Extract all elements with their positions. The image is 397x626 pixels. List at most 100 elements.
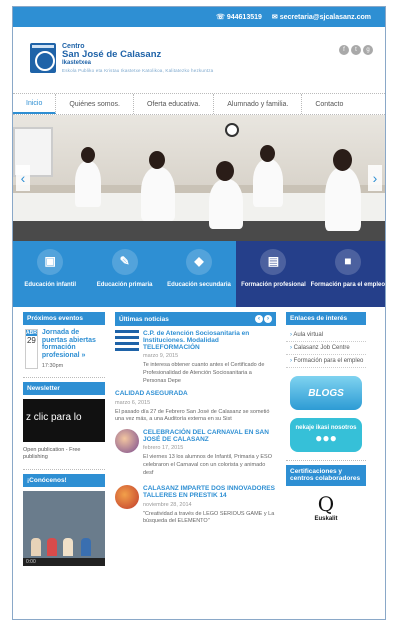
tile-formacion-profesional[interactable]: ▤ Formación profesional: [236, 241, 311, 307]
link-aula-virtual[interactable]: Aula virtual: [286, 329, 366, 342]
event-item[interactable]: ABR 29 Jornada de puertas abiertas forma…: [23, 329, 105, 369]
blogs-banner[interactable]: BLOGS: [290, 376, 362, 410]
main-nav: Inicio Quiénes somos. Oferta educativa. …: [13, 93, 385, 115]
brand-line-2: San José de Calasanz: [62, 49, 162, 61]
news-item-date: marzo 6, 2015: [115, 399, 151, 406]
video-controls[interactable]: 0:00: [23, 558, 105, 567]
news-item-excerpt: "Creatividad a través de LEGO SERIOUS GA…: [143, 510, 275, 525]
video-time: 0:00: [26, 559, 36, 566]
tile-educacion-secundaria[interactable]: ◆ Educación secundaria: [161, 241, 237, 307]
brand-line-3: Ikastetxea: [62, 60, 92, 67]
certs-title: Certificaciones y centros colaboradores: [286, 465, 366, 486]
slide-person: [253, 159, 283, 207]
right-column: Enlaces de interés Aula virtual Calasanz…: [286, 312, 366, 566]
news-item[interactable]: CALIDAD ASEGURADA marzo 6, 2015 El pasad…: [115, 390, 276, 424]
news-item-title[interactable]: CELEBRACIÓN DEL CARNAVAL EN SAN JOSÉ DE …: [143, 429, 276, 443]
facebook-icon[interactable]: f: [339, 45, 349, 55]
nav-inicio[interactable]: Inicio: [13, 94, 57, 114]
slide-person-head: [81, 147, 95, 163]
news-prev-icon[interactable]: ‹: [255, 315, 263, 323]
social-links: f t g: [339, 45, 373, 55]
news-pager: ‹ ›: [255, 315, 272, 323]
left-column: Próximos eventos ABR 29 Jornada de puert…: [23, 312, 105, 567]
graduation-cap-icon: ◆: [186, 249, 213, 275]
news-item[interactable]: CALASANZ IMPARTE DOS INNOVADORES TALLERE…: [115, 485, 276, 531]
slide-person: [141, 167, 175, 221]
news-item-title[interactable]: CALASANZ IMPARTE DOS INNOVADORES TALLERE…: [143, 485, 276, 499]
event-time: 17:30pm: [41, 362, 64, 369]
slide-person-head: [216, 161, 234, 181]
slide-image-clock: [225, 123, 239, 137]
news-title: Últimas noticias: [119, 315, 169, 323]
news-item-date: febrero 17, 2015: [143, 445, 184, 452]
news-thumbnail[interactable]: [115, 330, 139, 354]
slide-person-head: [260, 145, 275, 162]
event-title-link[interactable]: Jornada de puertas abiertas formación pr…: [42, 329, 103, 360]
news-item-excerpt: El pasado día 27 de Febrero San José de …: [115, 408, 270, 423]
news-item[interactable]: CELEBRACIÓN DEL CARNAVAL EN SAN JOSÉ DE …: [115, 429, 276, 482]
brand-name[interactable]: Centro San José de Calasanz Ikastetxea E…: [62, 43, 213, 73]
nav-alumnado-familia[interactable]: Alumnado y familia.: [214, 94, 303, 114]
video-figure: [47, 538, 57, 557]
news-thumbnail[interactable]: [115, 485, 139, 510]
pencil-icon: ✎: [111, 249, 138, 275]
people-icon: ●●●: [315, 431, 337, 445]
slide-person: [325, 167, 361, 231]
divider: [23, 376, 105, 378]
newsletter-caption[interactable]: Open publication - Free publishing: [23, 447, 105, 461]
slide-person: [209, 179, 243, 229]
hero-slider[interactable]: ‹ ›: [13, 115, 385, 241]
slider-prev-icon[interactable]: ‹: [16, 165, 30, 191]
briefcase-icon: ■: [334, 249, 361, 275]
slide-person-head: [149, 151, 165, 169]
google-plus-icon[interactable]: g: [363, 45, 373, 55]
blogs-banner-label: BLOGS: [308, 387, 344, 399]
top-bar: ☏ 944613519 ✉ secretaria@sjcalasanz.com: [13, 7, 385, 27]
nav-quienes-somos[interactable]: Quiénes somos.: [56, 94, 134, 114]
nosotros-banner[interactable]: nekaje ikasi nosotros ●●●: [290, 418, 362, 452]
tile-label: Formación para el empleo: [310, 282, 385, 288]
link-formacion-empleo[interactable]: Formación para el empleo: [286, 355, 366, 368]
news-thumbnail[interactable]: [115, 429, 139, 453]
newsletter-title: Newsletter: [23, 381, 105, 395]
news-next-icon[interactable]: ›: [264, 315, 272, 323]
news-item-title[interactable]: CALIDAD ASEGURADA: [115, 390, 276, 397]
conocenos-title: ¡Conócenos!: [23, 474, 105, 488]
slide-person-head: [333, 149, 352, 171]
video-figure: [81, 538, 91, 557]
tile-label: Educación secundaria: [167, 282, 231, 288]
news-column: Últimas noticias ‹ › C.P. de Atención So…: [115, 312, 276, 566]
tile-label: Formación profesional: [241, 282, 306, 288]
divider: [286, 460, 366, 461]
divider: [23, 469, 105, 471]
phone-number[interactable]: ☏ 944613519: [216, 13, 262, 21]
twitter-icon[interactable]: t: [351, 45, 361, 55]
nav-contacto[interactable]: Contacto: [302, 94, 356, 114]
email-link[interactable]: ✉ secretaria@sjcalasanz.com: [272, 13, 371, 21]
tile-educacion-primaria[interactable]: ✎ Educación primaria: [87, 241, 162, 307]
slider-next-icon[interactable]: ›: [368, 165, 382, 191]
links-title: Enlaces de interés: [286, 312, 366, 325]
calendar-badge: ABR 29: [25, 329, 38, 369]
tile-educacion-infantil[interactable]: ▣ Educación infantil: [13, 241, 88, 307]
news-item-title[interactable]: C.P. de Atención Sociosanitaria en Insti…: [143, 330, 276, 351]
news-item[interactable]: C.P. de Atención Sociosanitaria en Insti…: [115, 330, 276, 390]
conocenos-video-player[interactable]: 0:00: [23, 491, 105, 567]
euskalit-logo[interactable]: Q Euskalit: [286, 492, 366, 522]
euskalit-name: Euskalit: [314, 515, 338, 522]
video-figure: [31, 538, 41, 557]
newsletter-embed[interactable]: z clic para lo: [23, 398, 105, 442]
school-logo[interactable]: [30, 43, 56, 73]
events-title: Próximos eventos: [23, 312, 105, 325]
tile-formacion-empleo[interactable]: ■ Formación para el empleo: [310, 241, 385, 307]
tile-label: Educación infantil: [24, 282, 77, 288]
slide-person: [75, 161, 101, 207]
news-item-date: noviembre 28, 2014: [143, 501, 192, 508]
nav-oferta-educativa[interactable]: Oferta educativa.: [134, 94, 215, 114]
news-item-date: marzo 9, 2015: [143, 353, 179, 360]
page: ☏ 944613519 ✉ secretaria@sjcalasanz.com …: [12, 6, 386, 620]
content-columns: Próximos eventos ABR 29 Jornada de puert…: [13, 307, 385, 567]
document-icon: ▤: [260, 249, 287, 275]
video-figure: [63, 538, 73, 557]
link-job-centre[interactable]: Calasanz Job Centre: [286, 342, 366, 355]
